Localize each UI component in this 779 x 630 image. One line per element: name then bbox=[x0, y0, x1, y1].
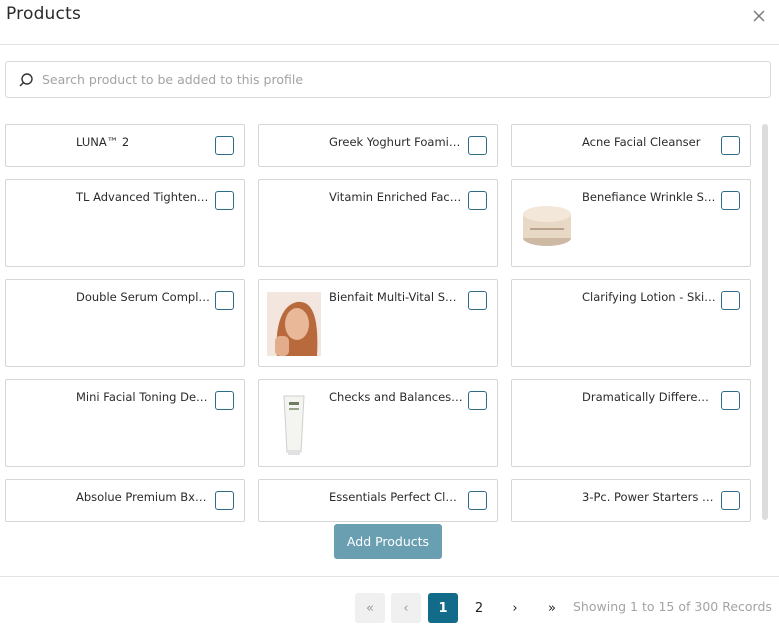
chevron-right-icon: › bbox=[512, 600, 518, 616]
product-checkbox[interactable] bbox=[468, 491, 487, 510]
search-box bbox=[5, 61, 771, 98]
product-name: Benefiance Wrinkle Smoothing Eye Cream bbox=[582, 190, 716, 204]
product-name: Absolue Premium Bx Cream bbox=[76, 490, 210, 504]
product-checkbox[interactable] bbox=[215, 291, 234, 310]
search-input[interactable] bbox=[42, 62, 762, 97]
last-page-button[interactable]: » bbox=[537, 593, 567, 623]
divider bbox=[0, 576, 779, 577]
product-card[interactable]: Checks and Balances Frothy Face Wash bbox=[258, 379, 498, 467]
add-products-button[interactable]: Add Products bbox=[334, 524, 442, 559]
product-checkbox[interactable] bbox=[468, 136, 487, 155]
product-card[interactable]: Absolue Premium Bx Cream bbox=[5, 479, 245, 522]
product-checkbox[interactable] bbox=[721, 391, 740, 410]
next-page-button[interactable]: › bbox=[500, 593, 530, 623]
product-name: Essentials Perfect Cleanser bbox=[329, 490, 463, 504]
product-list: LUNA™ 2 Greek Yoghurt Foaming Cleanser Acn… bbox=[0, 116, 779, 524]
product-checkbox[interactable] bbox=[721, 136, 740, 155]
product-checkbox[interactable] bbox=[468, 291, 487, 310]
product-name: 3-Pc. Power Starters Kit bbox=[582, 490, 716, 504]
product-checkbox[interactable] bbox=[215, 391, 234, 410]
product-card[interactable]: Bienfait Multi-Vital SPF 30 bbox=[258, 279, 498, 367]
product-card[interactable]: Double Serum Complete Age Control bbox=[5, 279, 245, 367]
product-card[interactable]: Mini Facial Toning Device bbox=[5, 379, 245, 467]
prev-page-button[interactable]: ‹ bbox=[391, 593, 421, 623]
product-name: Bienfait Multi-Vital SPF 30 bbox=[329, 290, 463, 304]
records-info: Showing 1 to 15 of 300 Records bbox=[573, 599, 772, 614]
product-checkbox[interactable] bbox=[468, 391, 487, 410]
product-card[interactable]: LUNA™ 2 bbox=[5, 124, 245, 167]
product-checkbox[interactable] bbox=[468, 191, 487, 210]
product-name: Acne Facial Cleanser bbox=[582, 135, 701, 149]
search-icon bbox=[19, 73, 33, 87]
product-card[interactable]: TL Advanced Tightening Serum bbox=[5, 179, 245, 267]
product-card[interactable]: Clarifying Lotion - Skin Type 1 bbox=[511, 279, 751, 367]
chevron-left-icon: ‹ bbox=[403, 600, 409, 616]
product-card[interactable]: Benefiance Wrinkle Smoothing Eye Cream bbox=[511, 179, 751, 267]
product-name: LUNA™ 2 bbox=[76, 135, 130, 149]
scrollbar[interactable] bbox=[762, 124, 768, 520]
product-name: Checks and Balances Frothy Face Wash bbox=[329, 390, 463, 404]
product-card[interactable]: Essentials Perfect Cleanser bbox=[258, 479, 498, 522]
product-name: Mini Facial Toning Device bbox=[76, 390, 210, 404]
page-button-1[interactable]: 1 bbox=[428, 593, 458, 623]
first-page-button[interactable]: « bbox=[355, 593, 385, 623]
double-chevron-left-icon: « bbox=[366, 600, 374, 616]
product-card[interactable]: Acne Facial Cleanser bbox=[511, 124, 751, 167]
product-image bbox=[267, 392, 321, 456]
product-image bbox=[267, 292, 321, 356]
product-checkbox[interactable] bbox=[215, 136, 234, 155]
product-checkbox[interactable] bbox=[215, 191, 234, 210]
product-card[interactable]: 3-Pc. Power Starters Kit bbox=[511, 479, 751, 522]
product-name: Vitamin Enriched Face Base bbox=[329, 190, 463, 204]
double-chevron-right-icon: » bbox=[548, 600, 556, 616]
product-checkbox[interactable] bbox=[721, 491, 740, 510]
dialog-header: Products bbox=[0, 0, 779, 45]
product-name: Double Serum Complete Age Control bbox=[76, 290, 210, 304]
page-button-2[interactable]: 2 bbox=[464, 593, 494, 623]
product-checkbox[interactable] bbox=[215, 491, 234, 510]
product-name: Clarifying Lotion - Skin Type 1 bbox=[582, 290, 716, 304]
product-checkbox[interactable] bbox=[721, 191, 740, 210]
product-name: Dramatically Different Moisturizing Loti… bbox=[582, 390, 716, 404]
product-card[interactable]: Vitamin Enriched Face Base bbox=[258, 179, 498, 267]
product-card[interactable]: Dramatically Different Moisturizing Loti… bbox=[511, 379, 751, 467]
product-checkbox[interactable] bbox=[721, 291, 740, 310]
close-icon[interactable] bbox=[751, 8, 767, 24]
product-image bbox=[520, 192, 574, 256]
dialog-title: Products bbox=[6, 4, 82, 24]
product-card[interactable]: Greek Yoghurt Foaming Cleanser bbox=[258, 124, 498, 167]
product-name: Greek Yoghurt Foaming Cleanser bbox=[329, 135, 463, 149]
product-name: TL Advanced Tightening Serum bbox=[76, 190, 210, 204]
